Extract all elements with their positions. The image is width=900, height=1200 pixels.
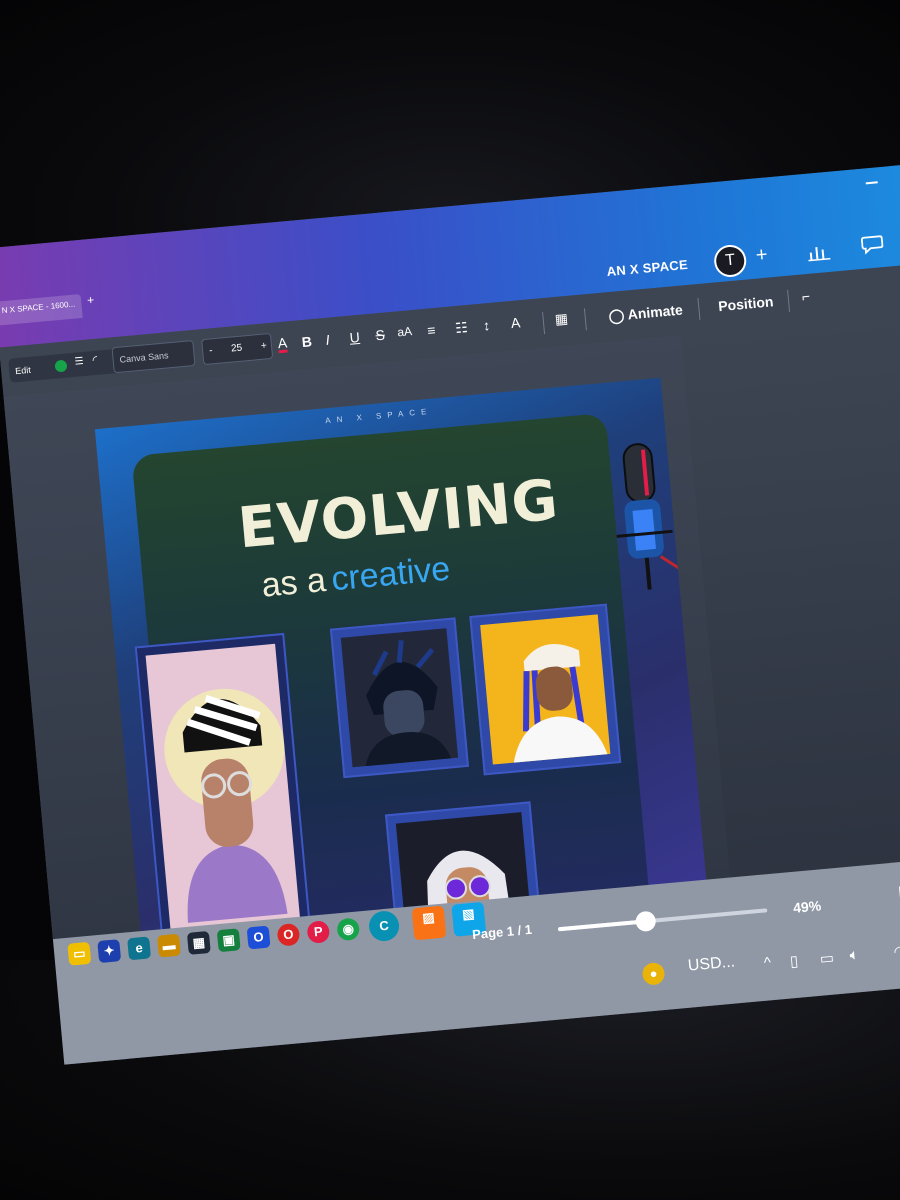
wifi-icon[interactable]: ◠: [893, 942, 900, 961]
canva-icon[interactable]: C: [367, 909, 401, 943]
corner-icon[interactable]: ◜: [92, 353, 98, 367]
edge-icon[interactable]: e: [127, 936, 152, 961]
store-icon[interactable]: ▣: [216, 928, 241, 953]
pinterest-icon[interactable]: P: [306, 920, 331, 945]
toolbar-divider: [542, 312, 546, 335]
insights-icon[interactable]: [807, 242, 831, 262]
ticker-text[interactable]: USD...: [687, 953, 736, 975]
weather-icon[interactable]: ●: [641, 961, 666, 986]
headline-text[interactable]: EVOLVING: [236, 468, 562, 562]
animate-icon: ◯: [608, 306, 629, 325]
subheadline-accent-text[interactable]: creative: [330, 550, 452, 600]
browser-tab[interactable]: N X SPACE - 1600...: [0, 293, 83, 326]
line-spacing-icon[interactable]: ↕: [482, 317, 490, 334]
new-tab-button[interactable]: +: [87, 293, 95, 308]
animate-label: Animate: [626, 301, 684, 323]
toolbar-divider: [583, 308, 587, 331]
underline-button[interactable]: U: [349, 329, 361, 346]
app-icon[interactable]: ▦: [186, 930, 211, 955]
toolbar-divider: [787, 289, 791, 312]
comment-icon[interactable]: [860, 233, 884, 255]
zoom-slider-handle[interactable]: [635, 910, 657, 933]
animate-button[interactable]: ◯ Animate: [599, 295, 691, 331]
list-icon[interactable]: ☷: [454, 319, 468, 337]
font-size-increase-button[interactable]: +: [261, 340, 268, 351]
photos-icon[interactable]: ▨: [411, 905, 447, 941]
window-minimize-button[interactable]: [865, 181, 878, 185]
portrait-frame[interactable]: [329, 617, 469, 779]
design-title[interactable]: AN X SPACE: [606, 257, 689, 279]
letter-case-button[interactable]: aA: [397, 324, 413, 339]
battery-icon[interactable]: ▭: [819, 948, 835, 967]
opera-icon[interactable]: O: [276, 922, 301, 947]
portrait-frame[interactable]: [134, 632, 312, 946]
file-explorer-icon[interactable]: ▭: [67, 941, 92, 966]
device-icon[interactable]: ▯: [789, 952, 799, 971]
text-color-button[interactable]: A: [277, 334, 289, 354]
font-size-decrease-button[interactable]: -: [209, 345, 213, 356]
edit-button[interactable]: Edit: [15, 365, 31, 376]
subheadline-text[interactable]: as a: [260, 561, 328, 606]
chevron-up-icon[interactable]: ^: [763, 954, 772, 972]
paint-roller-icon[interactable]: ⌐: [801, 288, 811, 305]
add-collaborator-button[interactable]: +: [755, 244, 769, 268]
italic-button[interactable]: I: [325, 332, 330, 348]
zoom-slider[interactable]: [557, 908, 768, 933]
font-size-stepper[interactable]: - 25 +: [201, 332, 274, 366]
outlook-icon[interactable]: O: [246, 925, 271, 950]
microphone-image[interactable]: [600, 437, 684, 603]
font-size-value[interactable]: 25: [231, 343, 243, 355]
portrait-image: [340, 628, 459, 768]
strikethrough-button[interactable]: S: [375, 327, 386, 344]
lines-icon[interactable]: ☰: [74, 356, 84, 368]
copilot-icon[interactable]: ✦: [97, 939, 122, 964]
portrait-image: [480, 614, 611, 765]
chrome-icon[interactable]: ◉: [336, 917, 361, 942]
zoom-slider-fill: [557, 919, 647, 932]
speaker-icon[interactable]: 🔈︎: [849, 946, 860, 964]
folder-icon[interactable]: ▬: [157, 933, 181, 958]
toolbar-divider: [697, 297, 701, 320]
align-center-icon[interactable]: ≡: [427, 322, 437, 339]
monitor-screen: N X SPACE - 1600... + AN X SPACE T + Edi…: [0, 160, 900, 1065]
avatar[interactable]: T: [712, 243, 748, 279]
position-button[interactable]: Position: [709, 287, 782, 321]
font-family-dropdown[interactable]: Canva Sans: [111, 339, 196, 374]
portrait-frame[interactable]: [469, 603, 622, 776]
text-spacing-button[interactable]: A: [510, 314, 521, 331]
bold-button[interactable]: B: [301, 333, 313, 350]
zoom-level[interactable]: 49%: [792, 897, 821, 915]
portrait-image: [145, 643, 301, 935]
transparency-icon[interactable]: ▦: [554, 310, 569, 328]
